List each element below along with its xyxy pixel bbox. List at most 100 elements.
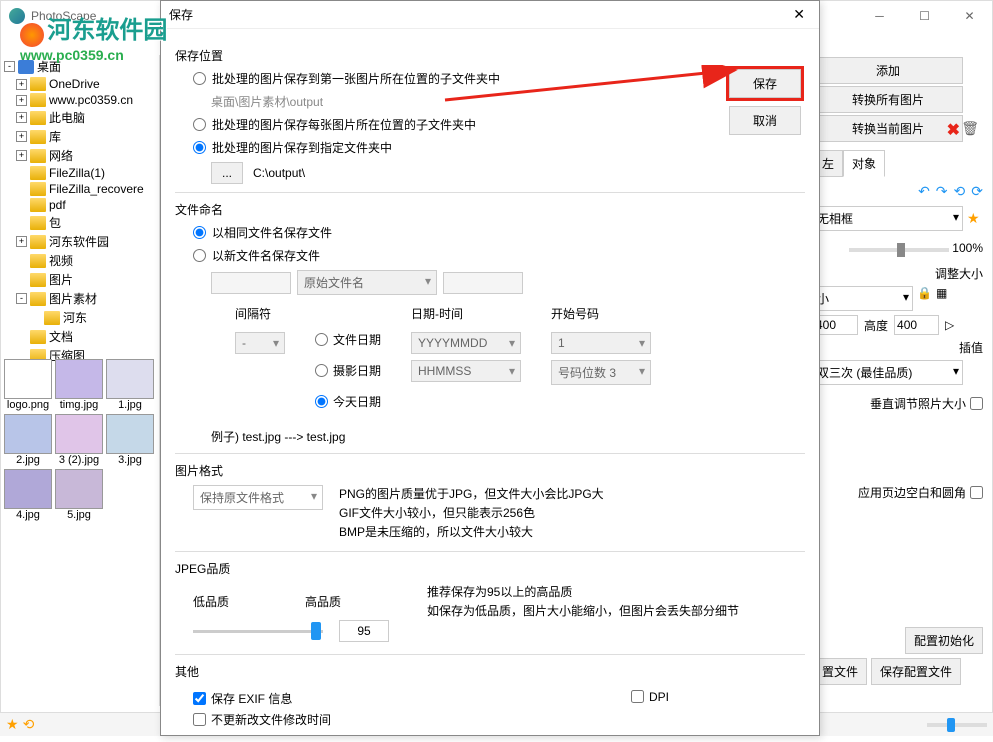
tree-item[interactable]: 包 bbox=[2, 213, 157, 232]
close-button[interactable]: ✕ bbox=[947, 1, 992, 31]
tree-item[interactable]: +河东软件园 bbox=[2, 232, 157, 251]
tree-toggle-icon[interactable]: + bbox=[16, 95, 27, 106]
size-mode-dropdown[interactable]: 小▾ bbox=[813, 286, 913, 311]
maximize-button[interactable]: ☐ bbox=[902, 1, 947, 31]
startnum-combo[interactable]: 1 bbox=[551, 332, 651, 354]
digits-combo[interactable]: 号码位数 3 bbox=[551, 360, 651, 385]
collapse-icon[interactable]: - bbox=[4, 61, 15, 72]
config-file-button[interactable]: 置文件 bbox=[813, 658, 867, 685]
thumbnail-label: 4.jpg bbox=[4, 509, 52, 521]
delete-icon[interactable]: ✖ bbox=[947, 120, 960, 140]
star-icon[interactable]: ★ bbox=[6, 716, 19, 733]
folder-icon bbox=[30, 254, 46, 268]
vertical-adjust-checkbox[interactable] bbox=[970, 397, 983, 410]
file-date-radio[interactable] bbox=[315, 333, 328, 346]
config-init-button[interactable]: 配置初始化 bbox=[905, 627, 983, 654]
height-input[interactable] bbox=[894, 315, 939, 335]
convert-all-button[interactable]: 转换所有图片 bbox=[813, 86, 963, 113]
exif-checkbox[interactable] bbox=[193, 692, 206, 705]
notime-checkbox[interactable] bbox=[193, 713, 206, 726]
thumbnail[interactable]: 3.jpg bbox=[106, 414, 154, 466]
orig-filename-combo[interactable]: 原始文件名 bbox=[297, 270, 437, 295]
tree-label: 文档 bbox=[49, 328, 73, 345]
save-button[interactable]: 保存 bbox=[729, 69, 801, 98]
tree-item[interactable]: +OneDrive bbox=[2, 76, 157, 92]
save-loc-radio-3[interactable] bbox=[193, 141, 206, 154]
prefix-input[interactable] bbox=[211, 272, 291, 294]
thumbnail[interactable]: logo.png bbox=[4, 359, 52, 411]
photo-date-radio[interactable] bbox=[315, 364, 328, 377]
tree-item[interactable]: +网络 bbox=[2, 146, 157, 165]
dpi-checkbox[interactable] bbox=[631, 690, 644, 703]
today-date-radio[interactable] bbox=[315, 395, 328, 408]
filename-new-radio[interactable] bbox=[193, 249, 206, 262]
add-button[interactable]: 添加 bbox=[813, 57, 963, 84]
tree-toggle-icon[interactable]: - bbox=[16, 293, 27, 304]
filename-same-radio[interactable] bbox=[193, 226, 206, 239]
separator-combo[interactable]: - bbox=[235, 332, 285, 354]
tree-item[interactable]: FileZilla_recovere bbox=[2, 181, 157, 197]
interp-dropdown[interactable]: 双三次 (最佳品质)▾ bbox=[813, 360, 963, 385]
tree-item[interactable]: 视频 bbox=[2, 251, 157, 270]
tree-root[interactable]: - 桌面 bbox=[2, 57, 157, 76]
thumbnail-image bbox=[106, 359, 154, 399]
file-date-label: 文件日期 bbox=[333, 331, 381, 348]
folder-icon bbox=[30, 93, 46, 107]
lock-icon[interactable]: 🔒 bbox=[917, 286, 932, 311]
tree-toggle-icon[interactable]: + bbox=[16, 112, 27, 123]
tree-item[interactable]: +库 bbox=[2, 127, 157, 146]
thumbnail[interactable]: 2.jpg bbox=[4, 414, 52, 466]
frame-dropdown[interactable]: 无相框▾ bbox=[813, 206, 963, 231]
refresh-icon[interactable]: ⟲ bbox=[23, 716, 35, 733]
quality-slider[interactable] bbox=[193, 621, 323, 641]
tree-item[interactable]: pdf bbox=[2, 197, 157, 213]
date-format-combo[interactable]: YYYYMMDD bbox=[411, 332, 521, 354]
folder-icon bbox=[30, 292, 46, 306]
cancel-button[interactable]: 取消 bbox=[729, 106, 801, 135]
save-loc-radio-2[interactable] bbox=[193, 118, 206, 131]
margin-round-checkbox[interactable] bbox=[970, 486, 983, 499]
grid-icon[interactable]: ▦ bbox=[936, 286, 947, 311]
zoom-slider[interactable] bbox=[927, 723, 987, 727]
tree-item[interactable]: +www.pc0359.cn bbox=[2, 92, 157, 108]
dialog-titlebar: 保存 ✕ bbox=[161, 1, 819, 29]
trash-icon[interactable]: 🗑 bbox=[961, 120, 979, 137]
format-combo[interactable]: 保持原文件格式 bbox=[193, 485, 323, 510]
time-format-combo[interactable]: HHMMSS bbox=[411, 360, 521, 382]
suffix-input[interactable] bbox=[443, 272, 523, 294]
tree-item[interactable]: FileZilla(1) bbox=[2, 165, 157, 181]
redo-icon[interactable]: ↷ bbox=[936, 183, 948, 200]
tree-item[interactable]: 文档 bbox=[2, 327, 157, 346]
tree-toggle-icon[interactable]: + bbox=[16, 131, 27, 142]
dialog-close-icon[interactable]: ✕ bbox=[787, 4, 811, 25]
save-config-button[interactable]: 保存配置文件 bbox=[871, 658, 961, 685]
save-loc-radio-1[interactable] bbox=[193, 72, 206, 85]
margin-round-label: 应用页边空白和圆角 bbox=[858, 484, 966, 501]
convert-current-button[interactable]: 转换当前图片 bbox=[813, 115, 963, 142]
thumbnail[interactable]: 4.jpg bbox=[4, 469, 52, 521]
thumbnail[interactable]: 3 (2).jpg bbox=[55, 414, 103, 466]
star-frame-icon[interactable]: ★ bbox=[967, 210, 980, 227]
thumbnail[interactable]: timg.jpg bbox=[55, 359, 103, 411]
undo-icon[interactable]: ↶ bbox=[918, 183, 930, 200]
folder-tree[interactable]: - 桌面 +OneDrive+www.pc0359.cn+此电脑+库+网络Fil… bbox=[0, 55, 159, 367]
rotate-right-icon[interactable]: ⟳ bbox=[971, 183, 983, 200]
tree-item[interactable]: 图片 bbox=[2, 270, 157, 289]
browse-button[interactable]: ... bbox=[211, 162, 243, 184]
tab-object[interactable]: 对象 bbox=[843, 150, 885, 177]
thumbnail[interactable]: 5.jpg bbox=[55, 469, 103, 521]
rotate-left-icon[interactable]: ⟲ bbox=[954, 183, 966, 200]
tree-toggle-icon[interactable]: + bbox=[16, 150, 27, 161]
thumbnail-label: logo.png bbox=[4, 399, 52, 411]
play-icon[interactable]: ▷ bbox=[945, 318, 954, 332]
tree-item[interactable]: -图片素材 bbox=[2, 289, 157, 308]
tree-item[interactable]: 河东 bbox=[2, 308, 157, 327]
quality-input[interactable] bbox=[339, 620, 389, 642]
interp-title: 插值 bbox=[813, 339, 983, 356]
tree-toggle-icon[interactable]: + bbox=[16, 79, 27, 90]
tree-item[interactable]: +此电脑 bbox=[2, 108, 157, 127]
minimize-button[interactable]: ─ bbox=[857, 1, 902, 31]
thumbnail[interactable]: 1.jpg bbox=[106, 359, 154, 411]
tree-toggle-icon[interactable]: + bbox=[16, 236, 27, 247]
opacity-slider[interactable] bbox=[897, 243, 905, 257]
